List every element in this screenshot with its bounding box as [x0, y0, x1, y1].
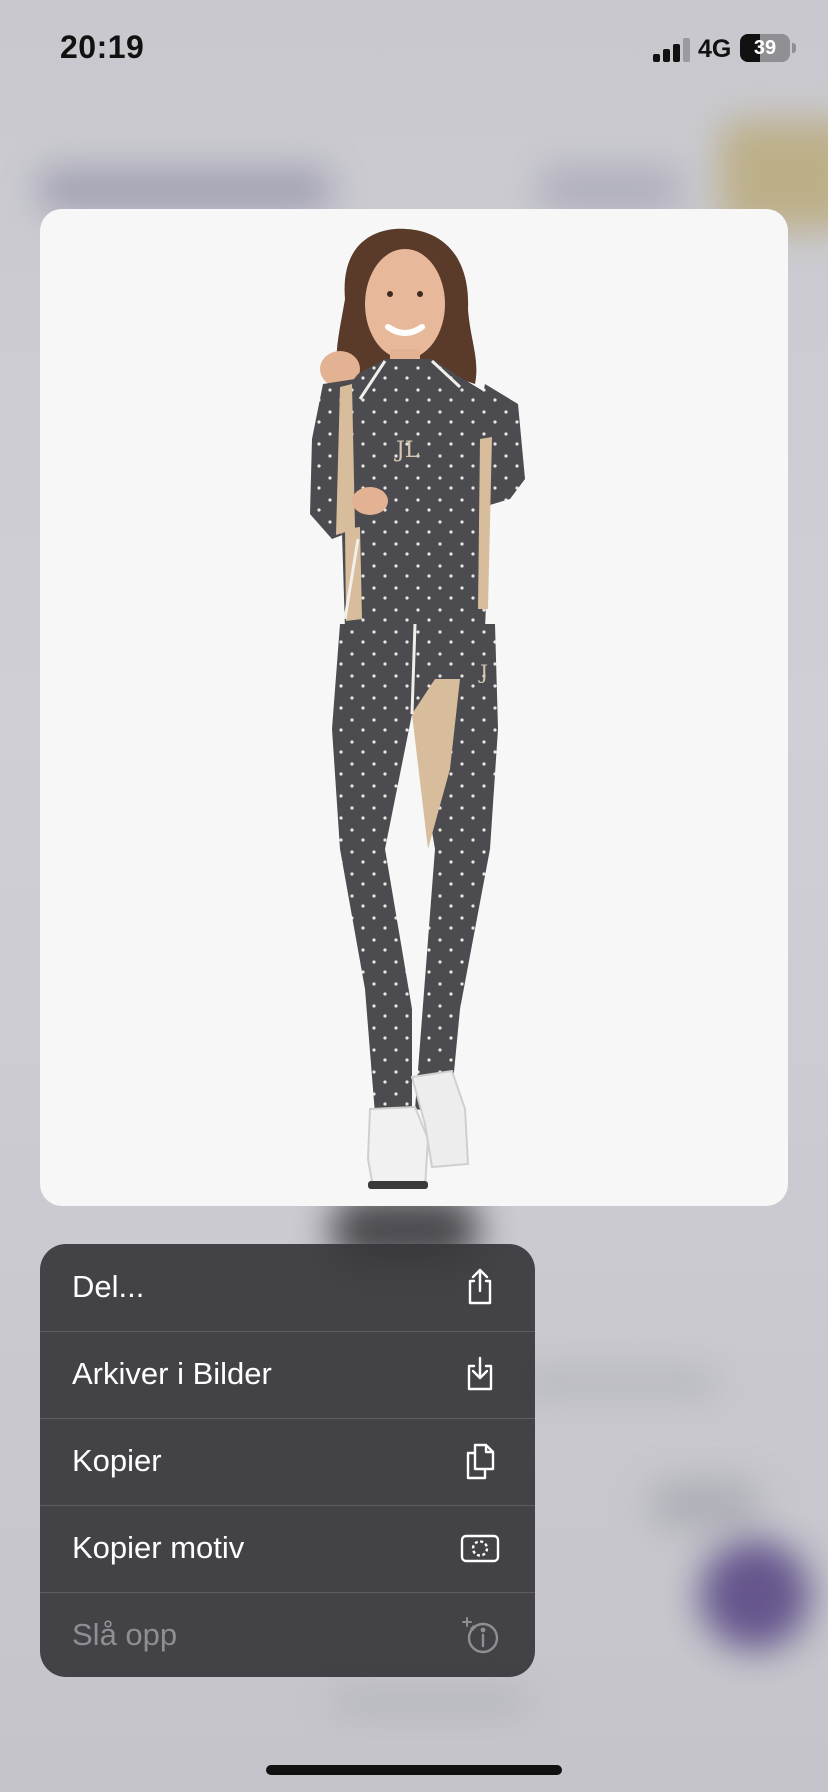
image-preview[interactable]: JL J: [40, 209, 788, 1206]
share-icon: [460, 1267, 500, 1307]
blurred-bottom-text: [330, 1690, 530, 1714]
svg-text:JL: JL: [394, 438, 420, 463]
menu-item-copy-subject[interactable]: Kopier motiv: [40, 1505, 535, 1591]
blurred-pill: [650, 1480, 760, 1530]
blurred-chat-button: [700, 1540, 810, 1650]
network-type: 4G: [698, 35, 732, 63]
context-menu: Del... Arkiver i Bilder Kopier Kopier mo…: [40, 1244, 535, 1677]
menu-item-share[interactable]: Del...: [40, 1244, 535, 1330]
menu-item-save-to-photos[interactable]: Arkiver i Bilder: [40, 1331, 535, 1417]
menu-item-save-label: Arkiver i Bilder: [72, 1356, 272, 1391]
battery-level: 39: [753, 37, 777, 59]
blurred-header-icons: [540, 168, 680, 212]
menu-item-copy-label: Kopier: [72, 1443, 162, 1478]
cellular-signal-icon: [653, 38, 691, 62]
menu-item-look-up-label: Slå opp: [72, 1617, 178, 1652]
menu-item-share-label: Del...: [72, 1269, 145, 1304]
home-indicator[interactable]: [266, 1765, 562, 1775]
copy-subject-icon: [460, 1528, 500, 1568]
save-to-photos-icon: [460, 1354, 500, 1394]
battery-icon: 39: [740, 34, 790, 62]
menu-item-copy[interactable]: Kopier: [40, 1418, 535, 1504]
clock: 20:19: [60, 29, 145, 65]
product-photo: JL J: [310, 228, 525, 1189]
blurred-title: [40, 170, 330, 210]
blurred-text-line: [520, 1370, 720, 1396]
menu-item-look-up[interactable]: Slå opp: [40, 1592, 535, 1677]
status-bar: 20:19 4G 39: [0, 0, 828, 100]
look-up-icon: [460, 1615, 500, 1655]
battery-cap: [792, 43, 796, 53]
copy-icon: [460, 1441, 500, 1481]
svg-text:J: J: [478, 660, 488, 684]
menu-item-copy-subject-label: Kopier motiv: [72, 1530, 245, 1565]
